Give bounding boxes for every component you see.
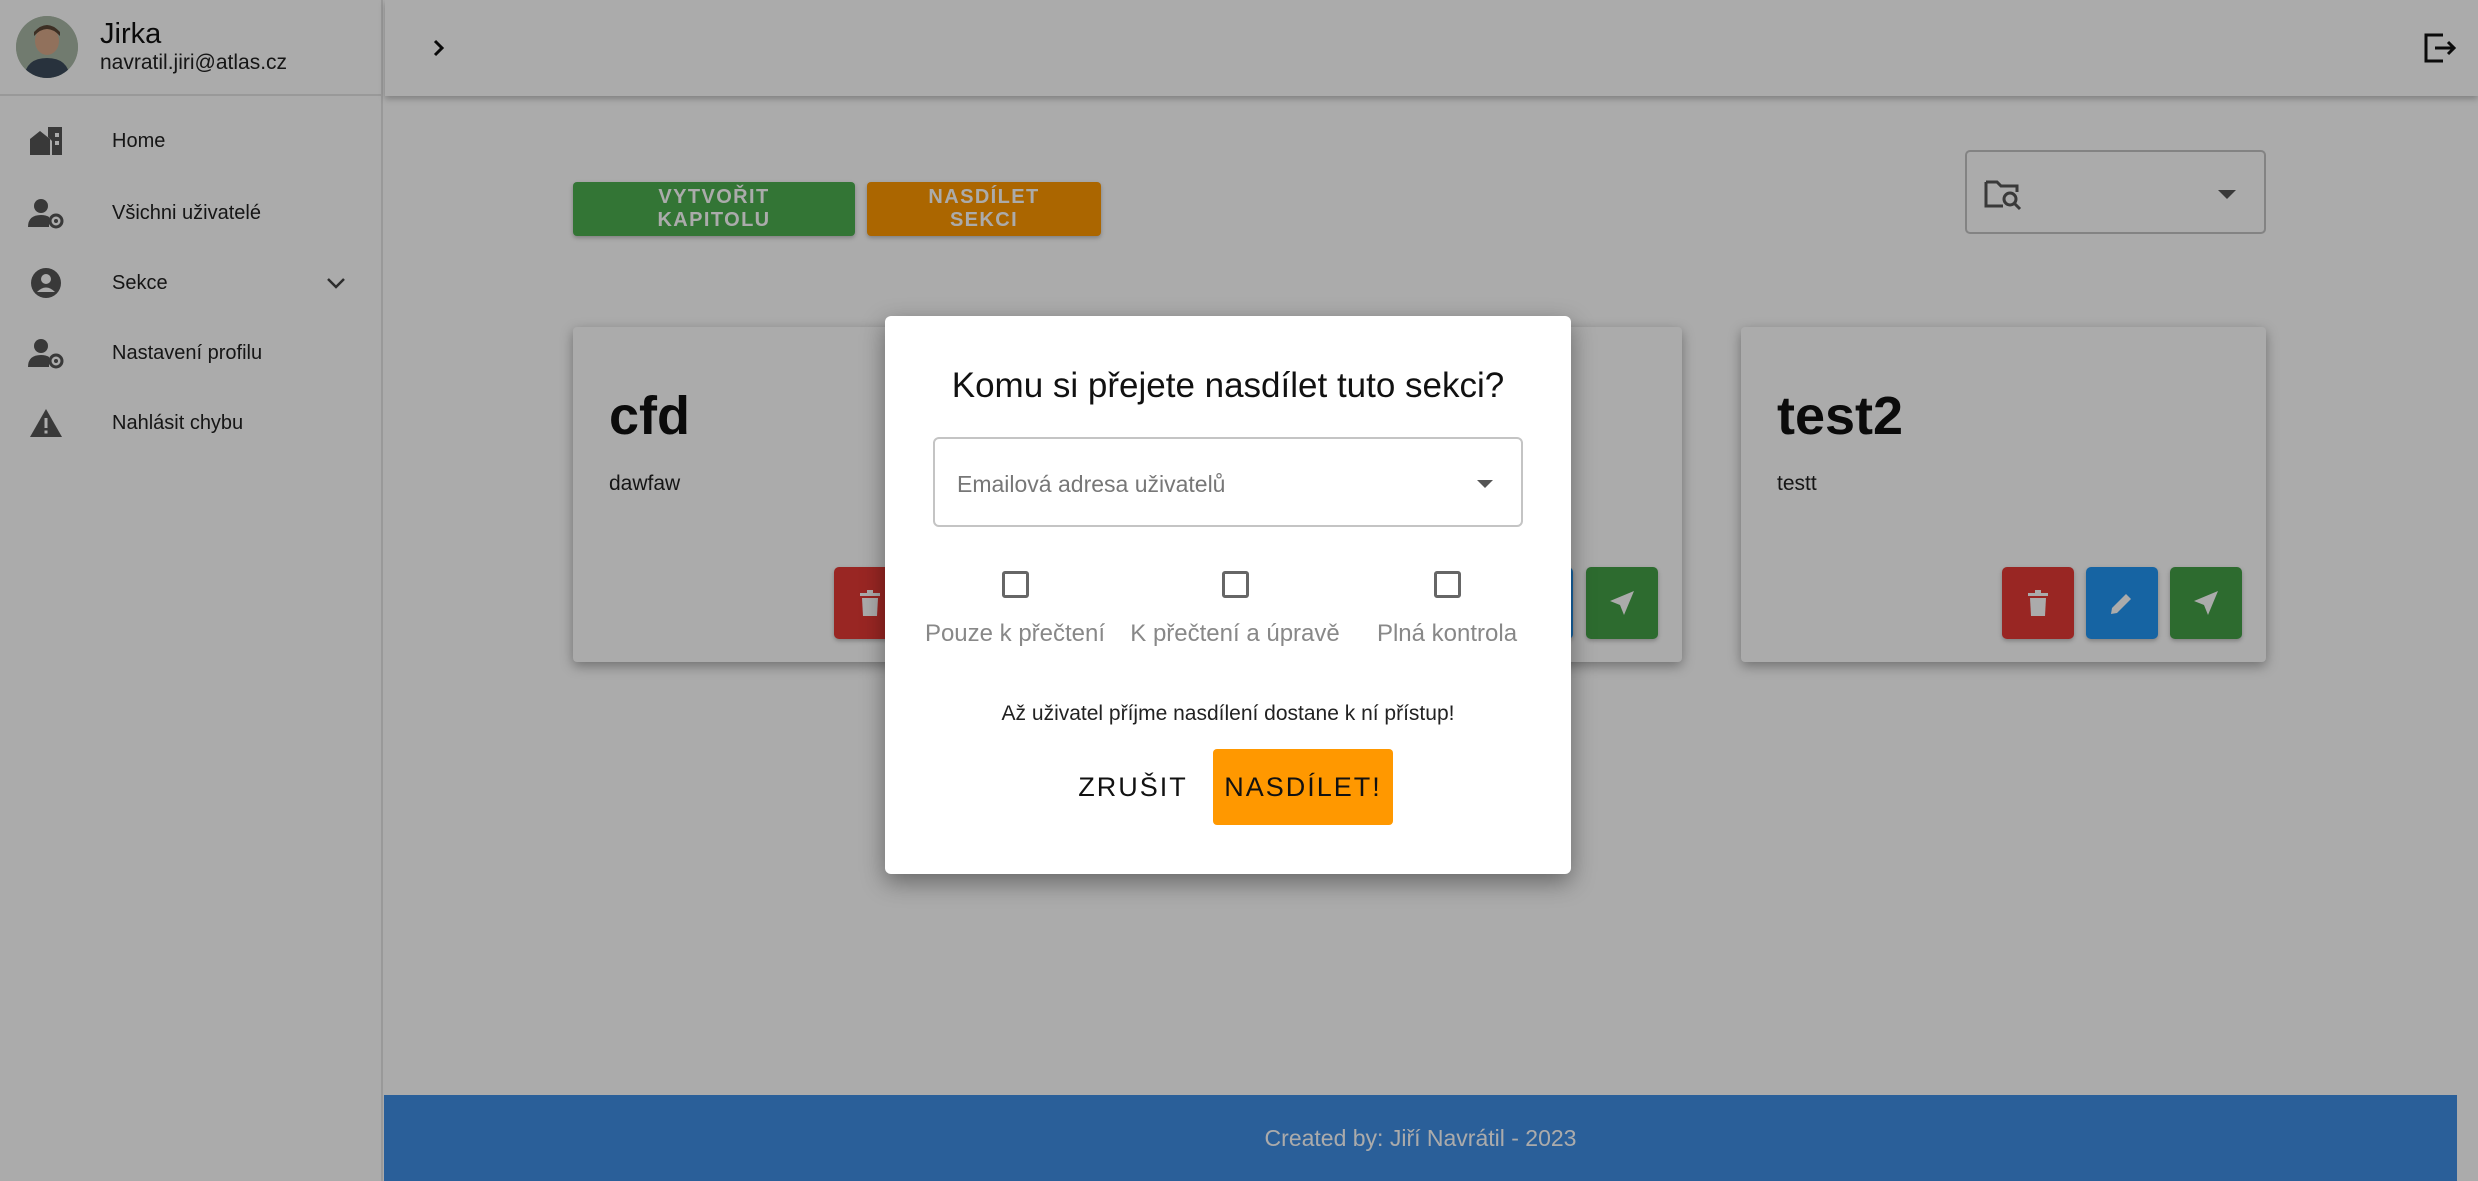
permission-label: Plná kontrola: [1376, 620, 1518, 647]
permission-read-only[interactable]: Pouze k přečtení: [920, 571, 1110, 648]
checkbox-full-control[interactable]: [1433, 571, 1461, 598]
permission-label: Pouze k přečtení: [924, 620, 1106, 647]
permission-full-control[interactable]: Plná kontrola: [1357, 571, 1537, 648]
checkbox-read-only[interactable]: [1001, 571, 1029, 598]
dialog-title: Komu si přejete nasdílet tuto sekci?: [951, 366, 1505, 405]
email-placeholder: Emailová adresa uživatelů: [957, 471, 1226, 497]
permission-label: K přečtení a úpravě: [1130, 620, 1340, 647]
dialog-note: Až uživatel příjme nasdílení dostane k n…: [1001, 702, 1455, 725]
checkbox-read-edit[interactable]: [1221, 571, 1249, 598]
cancel-button[interactable]: ZRUŠIT: [1068, 749, 1198, 825]
email-recipients-input[interactable]: Emailová adresa uživatelů: [933, 437, 1523, 527]
confirm-share-button[interactable]: NASDÍLET!: [1213, 749, 1393, 825]
dropdown-caret-icon[interactable]: [1477, 480, 1493, 488]
permission-read-edit[interactable]: K přečtení a úpravě: [1125, 571, 1345, 648]
share-section-dialog: Komu si přejete nasdílet tuto sekci? Ema…: [885, 316, 1571, 874]
